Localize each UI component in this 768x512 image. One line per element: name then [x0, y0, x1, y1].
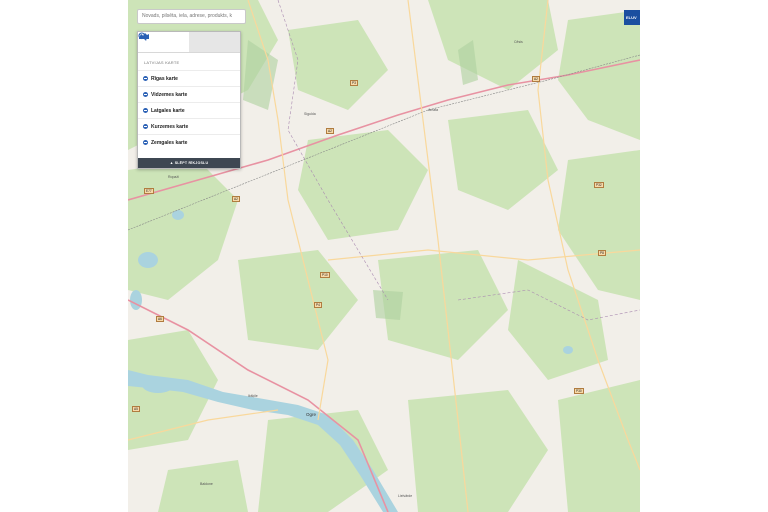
map-canvas[interactable]: Sigulda Ogre Ikšķile Baldone Lielvārde R…: [128, 0, 640, 512]
zoom-in-icon: [138, 32, 147, 41]
road-shield: P30: [574, 388, 584, 394]
plus-circle-icon: [143, 108, 148, 113]
place-label: Baldone: [200, 482, 213, 486]
road-shield: P8: [598, 250, 606, 256]
road-shield: A2: [532, 76, 540, 82]
place-label: Ikšķile: [248, 394, 258, 398]
hide-toolbar-button[interactable]: ▲ SLĒPT RĪKJOSLU: [138, 158, 240, 168]
map-link-latgale[interactable]: Latgales karte: [138, 102, 240, 118]
road-shield: A2: [232, 196, 240, 202]
place-label: Sigulda: [304, 112, 316, 116]
map-link-kurzeme[interactable]: Kurzemes karte: [138, 118, 240, 134]
map-link-label: Latgales karte: [151, 107, 185, 114]
panel-tabs: [138, 32, 240, 53]
road-shield: P32: [594, 182, 604, 188]
section-title: LATVIJAS KARTE: [144, 60, 180, 65]
map-sidebar-panel: LATVIJAS KARTE Rīgas karte Vidzemes kart…: [137, 31, 241, 169]
road-shield: P10: [320, 272, 330, 278]
map-link-label: Vidzemes karte: [151, 91, 188, 98]
tab-zoom[interactable]: [138, 32, 240, 52]
road-shield: P4: [314, 302, 322, 308]
road-shield: P3: [350, 80, 358, 86]
corner-action-button[interactable]: ELUV: [624, 10, 640, 25]
map-link-label: Rīgas karte: [151, 75, 178, 82]
map-link-riga[interactable]: Rīgas karte: [138, 70, 240, 86]
plus-circle-icon: [143, 140, 148, 145]
place-label: Ropaži: [168, 175, 179, 179]
place-label: Ogre: [306, 412, 317, 417]
road-shield: A2: [326, 128, 334, 134]
map-link-label: Zemgales karte: [151, 139, 188, 146]
map-link-label: Kurzemes karte: [151, 123, 189, 130]
plus-circle-icon: [143, 76, 148, 81]
road-shield: A6: [156, 316, 164, 322]
map-link-zemgale[interactable]: Zemgales karte: [138, 134, 240, 150]
road-shield: E77: [144, 188, 154, 194]
search-input[interactable]: [137, 9, 246, 24]
place-label: Cēsis: [514, 40, 523, 44]
place-label: Lielvārde: [398, 494, 413, 498]
plus-circle-icon: [143, 92, 148, 97]
place-label: Amata: [428, 108, 439, 112]
map-link-vidzeme[interactable]: Vidzemes karte: [138, 86, 240, 102]
road-shield: A5: [132, 406, 140, 412]
plus-circle-icon: [143, 124, 148, 129]
